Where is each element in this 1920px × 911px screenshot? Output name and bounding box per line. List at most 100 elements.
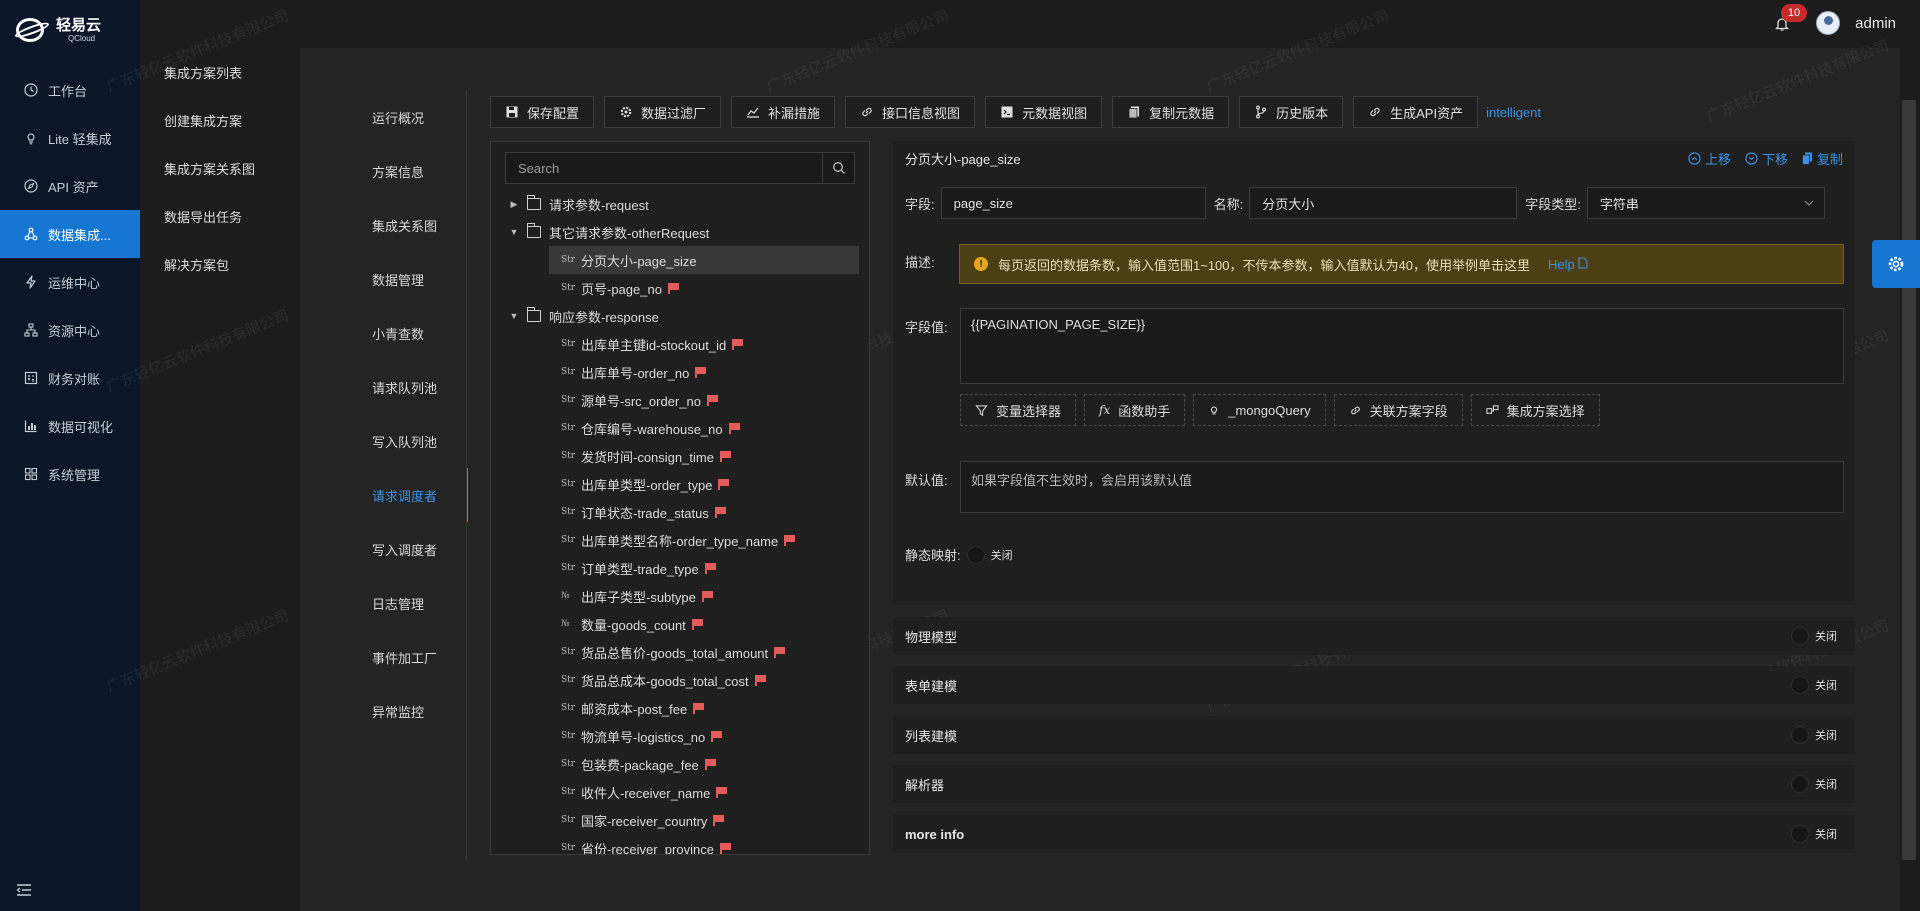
caret-down-icon[interactable]: ▼ [505, 227, 523, 237]
tab-data-management[interactable]: 数据管理 [352, 252, 468, 306]
copy-button[interactable]: 复制 [1802, 149, 1843, 168]
intelligent-link[interactable]: intelligent [1486, 105, 1541, 120]
sub-item-export-task[interactable]: 数据导出任务 [140, 192, 300, 240]
section-toggle[interactable]: 关闭 [1791, 726, 1837, 744]
section-toggle[interactable]: 关闭 [1791, 775, 1837, 793]
sub-item-create-plan[interactable]: 创建集成方案 [140, 96, 300, 144]
tree-item[interactable]: Str 订单状态-trade_status [505, 498, 855, 526]
save-config-button[interactable]: 保存配置 [490, 96, 595, 128]
tab-plan-info[interactable]: 方案信息 [352, 144, 468, 198]
tree-group-request[interactable]: ▶ 请求参数-request [505, 190, 855, 218]
tree-item[interactable]: Str 邮资成本-post_fee [505, 694, 855, 722]
flag-icon [732, 338, 744, 350]
mongo-query-button[interactable]: _mongoQuery [1193, 394, 1326, 426]
section-more-info[interactable]: more info 关闭 [893, 815, 1855, 853]
branch-icon [1254, 105, 1268, 119]
sub-item-solution-package[interactable]: 解决方案包 [140, 240, 300, 288]
tree-item[interactable]: Str 出库单号-order_no [505, 358, 855, 386]
field-type-select[interactable]: 字符串 [1586, 187, 1825, 219]
tree-item[interactable]: Str 仓库编号-warehouse_no [505, 414, 855, 442]
link-plan-field-button[interactable]: 关联方案字段 [1333, 394, 1463, 426]
scrollbar[interactable] [1900, 48, 1920, 911]
tree-item[interactable]: Str 物流单号-logistics_no [505, 722, 855, 750]
tree-item[interactable]: Str 发货时间-consign_time [505, 442, 855, 470]
nav-item-resource-center[interactable]: 资源中心 [0, 306, 140, 354]
tree-item[interactable]: Str 源单号-src_order_no [505, 386, 855, 414]
tree-item[interactable]: Str 收件人-receiver_name [505, 778, 855, 806]
section-form-modeling[interactable]: 表单建模 关闭 [893, 666, 1855, 704]
section-toggle[interactable]: 关闭 [1791, 627, 1837, 645]
section-toggle[interactable]: 关闭 [1791, 676, 1837, 694]
menu-collapse-icon[interactable] [16, 883, 32, 897]
metadata-view-button[interactable]: 元数据视图 [985, 96, 1103, 128]
tab-event-factory[interactable]: 事件加工厂 [352, 630, 468, 684]
section-toggle[interactable]: 关闭 [1791, 825, 1837, 843]
helper-label: 变量选择器 [996, 403, 1062, 419]
move-up-button[interactable]: 上移 [1688, 149, 1731, 168]
sub-item-plan-graph[interactable]: 集成方案关系图 [140, 144, 300, 192]
section-list-modeling[interactable]: 列表建模 关闭 [893, 716, 1855, 754]
settings-float-button[interactable] [1872, 240, 1920, 288]
nav-item-visualization[interactable]: 数据可视化 [0, 402, 140, 450]
tab-exception-monitor[interactable]: 异常监控 [352, 684, 468, 738]
sub-item-plan-list[interactable]: 集成方案列表 [140, 48, 300, 96]
tree-item[interactable]: Str 国家-receiver_country [505, 806, 855, 834]
tree-item[interactable]: Str 出库单主键id-stockout_id [505, 330, 855, 358]
history-version-button[interactable]: 历史版本 [1239, 96, 1344, 128]
tree-item[interactable]: Str 货品总售价-goods_total_amount [505, 638, 855, 666]
tab-request-scheduler[interactable]: 请求调度者 [352, 468, 468, 522]
nav-item-data-integration[interactable]: 数据集成... [0, 210, 140, 258]
tab-data-query[interactable]: 小青查数 [352, 306, 468, 360]
copy-metadata-button[interactable]: 复制元数据 [1112, 96, 1230, 128]
nav-item-workbench[interactable]: 工作台 [0, 66, 140, 114]
tree-item[interactable]: Str 省份-receiver_province [505, 834, 855, 854]
tree-item[interactable]: Str 货品总成本-goods_total_cost [505, 666, 855, 694]
name-input[interactable]: 分页大小 [1249, 187, 1518, 219]
link-icon [860, 105, 874, 119]
scrollbar-thumb[interactable] [1902, 100, 1916, 860]
default-value-input[interactable]: 如果字段值不生效时，会启用该默认值 [960, 461, 1844, 513]
section-parser[interactable]: 解析器 关闭 [893, 765, 1855, 803]
value-textarea[interactable]: {{PAGINATION_PAGE_SIZE}} [960, 308, 1844, 384]
data-filter-button[interactable]: 数据过滤厂 [604, 96, 722, 128]
tab-request-queue[interactable]: 请求队列池 [352, 360, 468, 414]
tree-item[interactable]: № 数量-goods_count [505, 610, 855, 638]
caret-down-icon[interactable]: ▼ [505, 311, 523, 321]
nav-item-ops-center[interactable]: 运维中心 [0, 258, 140, 306]
brand-logo[interactable]: 轻易云 QCloud [0, 0, 140, 60]
move-down-button[interactable]: 下移 [1745, 149, 1788, 168]
nav-item-lite[interactable]: Lite 轻集成 [0, 114, 140, 162]
help-link[interactable]: Help [1548, 257, 1588, 272]
avatar[interactable] [1816, 11, 1840, 35]
field-input[interactable]: page_size [940, 187, 1206, 219]
static-mapping-toggle[interactable]: 关闭 [966, 545, 1013, 564]
search-button[interactable] [822, 153, 854, 183]
nav-item-system[interactable]: 系统管理 [0, 450, 140, 498]
user-name[interactable]: admin [1855, 15, 1896, 32]
tree-item[interactable]: Str 出库单类型名称-order_type_name [505, 526, 855, 554]
tree-item[interactable]: Str 订单类型-trade_type [505, 554, 855, 582]
nav-item-finance[interactable]: 财务对账 [0, 354, 140, 402]
variable-selector-button[interactable]: 变量选择器 [960, 394, 1077, 426]
patch-measures-button[interactable]: 补漏措施 [731, 96, 836, 128]
tab-log-management[interactable]: 日志管理 [352, 576, 468, 630]
nav-item-api-assets[interactable]: API 资产 [0, 162, 140, 210]
api-info-view-button[interactable]: 接口信息视图 [845, 96, 976, 128]
tree-item[interactable]: Str 出库单类型-order_type [505, 470, 855, 498]
generate-api-asset-button[interactable]: 生成API资产 [1353, 96, 1479, 128]
plan-select-button[interactable]: 集成方案选择 [1470, 394, 1600, 426]
tree-item[interactable]: № 出库子类型-subtype [505, 582, 855, 610]
tab-write-queue[interactable]: 写入队列池 [352, 414, 468, 468]
search-input[interactable] [506, 153, 822, 183]
section-physical-model[interactable]: 物理模型 关闭 [893, 617, 1855, 655]
tree-item[interactable]: Str 包装费-package_fee [505, 750, 855, 778]
tree-group-response[interactable]: ▼ 响应参数-response [505, 302, 855, 330]
caret-right-icon[interactable]: ▶ [505, 199, 523, 210]
tab-write-scheduler[interactable]: 写入调度者 [352, 522, 468, 576]
tree-item[interactable]: Str 页号-page_no [505, 274, 855, 302]
function-helper-button[interactable]: fx 函数助手 [1084, 394, 1186, 426]
tab-relation-graph[interactable]: 集成关系图 [352, 198, 468, 252]
tab-overview[interactable]: 运行概况 [352, 90, 468, 144]
tree-group-other-request[interactable]: ▼ 其它请求参数-otherRequest [505, 218, 855, 246]
tree-item-selected[interactable]: Str 分页大小-page_size [549, 246, 859, 274]
